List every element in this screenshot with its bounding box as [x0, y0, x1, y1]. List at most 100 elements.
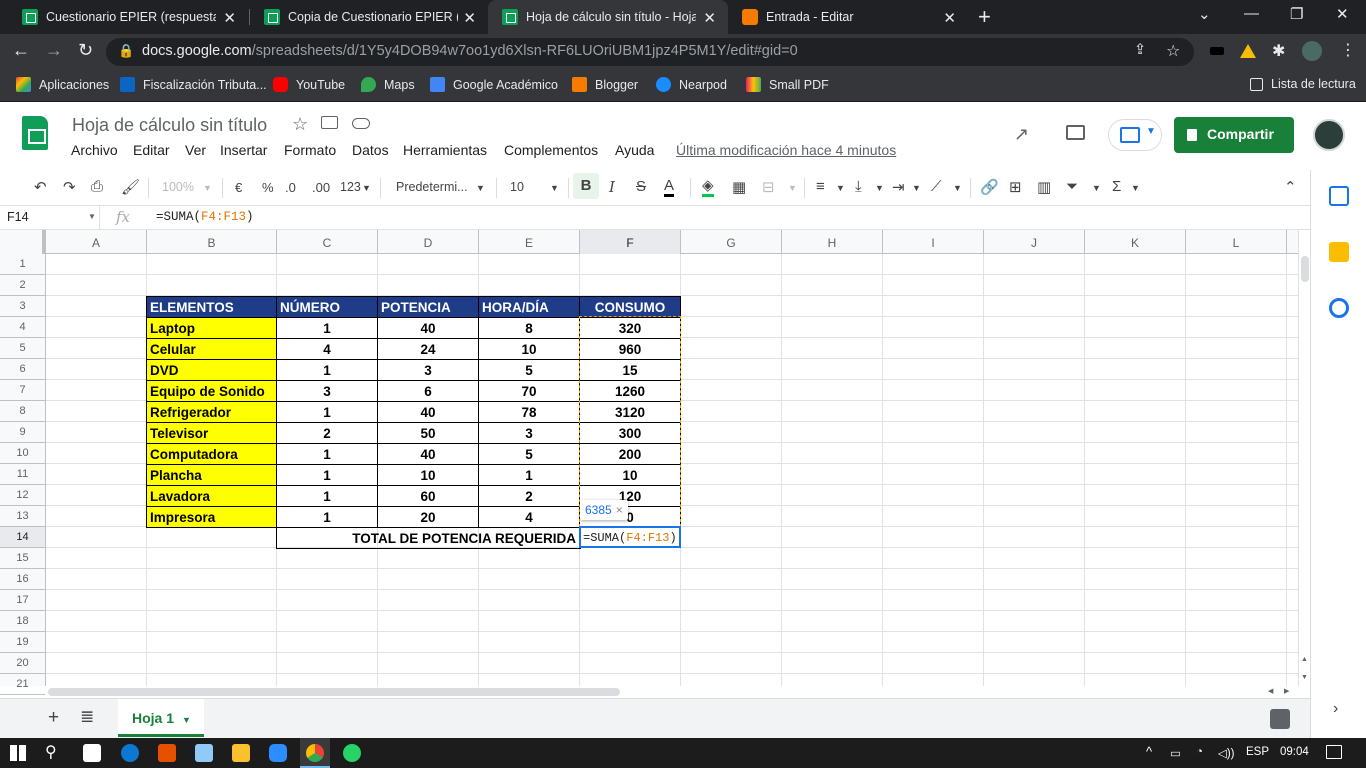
add-sheet-icon[interactable]: +: [48, 707, 59, 729]
currency-format-button[interactable]: €: [235, 180, 242, 195]
edge-icon[interactable]: [121, 744, 139, 762]
bookmark-blogger[interactable]: Blogger: [572, 77, 638, 92]
row-header[interactable]: 9: [0, 422, 45, 443]
borders-icon[interactable]: ▦: [732, 178, 746, 196]
sheet-tab-hoja-1[interactable]: Hoja 1 ▼: [118, 699, 204, 737]
row-header[interactable]: 6: [0, 359, 45, 380]
table-cell[interactable]: 1: [478, 464, 580, 486]
italic-button[interactable]: I: [609, 178, 615, 196]
table-cell[interactable]: 20: [377, 506, 479, 528]
column-header[interactable]: L: [1186, 230, 1287, 254]
explore-icon[interactable]: [1270, 709, 1290, 729]
print-icon[interactable]: ⎙: [91, 178, 103, 195]
table-cell[interactable]: 50: [377, 422, 479, 444]
menu-insertar[interactable]: Insertar: [220, 142, 267, 158]
close-icon[interactable]: ×: [616, 503, 623, 517]
minimize-icon[interactable]: —: [1244, 5, 1259, 22]
table-cell[interactable]: 6: [377, 380, 479, 402]
menu-editar[interactable]: Editar: [133, 142, 170, 158]
column-header[interactable]: J: [984, 230, 1085, 254]
table-header-cell[interactable]: ELEMENTOS: [146, 296, 277, 318]
undo-icon[interactable]: ↶: [34, 178, 47, 196]
bookmark-fiscalizacion[interactable]: Fiscalización Tributa...: [120, 77, 267, 92]
text-rotation-icon[interactable]: ⟋: [931, 178, 942, 195]
sheets-logo[interactable]: [22, 116, 48, 150]
table-cell[interactable]: 70: [478, 380, 580, 402]
row-header[interactable]: 20: [0, 653, 45, 674]
bookmark-youtube[interactable]: YouTube: [273, 77, 345, 92]
table-cell[interactable]: 8: [478, 317, 580, 339]
table-cell-elemento[interactable]: Equipo de Sonido: [146, 380, 277, 402]
forward-icon[interactable]: →: [45, 40, 63, 61]
table-header-cell[interactable]: POTENCIA: [377, 296, 479, 318]
table-cell-elemento[interactable]: Refrigerador: [146, 401, 277, 423]
formula-input[interactable]: =SUMA(F4:F13): [156, 210, 254, 224]
close-window-icon[interactable]: ✕: [1336, 5, 1349, 23]
redo-icon[interactable]: ↷: [63, 178, 76, 196]
last-modified-link[interactable]: Última modificación hace 4 minutos: [676, 142, 896, 158]
menu-formato[interactable]: Formato: [284, 142, 336, 158]
functions-icon[interactable]: Σ: [1112, 178, 1121, 195]
table-cell[interactable]: 40: [377, 317, 479, 339]
share-page-icon[interactable]: ⇪: [1134, 42, 1146, 58]
increase-decimal-button[interactable]: .00: [312, 180, 330, 195]
row-header[interactable]: 11: [0, 464, 45, 485]
table-cell[interactable]: 40: [377, 443, 479, 465]
table-cell-elemento[interactable]: Lavadora: [146, 485, 277, 507]
insert-link-icon[interactable]: 🔗: [980, 178, 999, 196]
more-formats-select[interactable]: 123: [340, 180, 361, 194]
table-cell[interactable]: 3: [377, 359, 479, 381]
menu-archivo[interactable]: Archivo: [71, 142, 118, 158]
chrome-menu-icon[interactable]: ⋮: [1340, 40, 1356, 60]
cell-grid[interactable]: ELEMENTOS NÚMERO POTENCIA HORA/DÍA CONSU…: [46, 254, 1298, 686]
table-cell-elemento[interactable]: DVD: [146, 359, 277, 381]
table-cell[interactable]: 60: [377, 485, 479, 507]
filter-icon[interactable]: ⏷: [1066, 178, 1078, 195]
row-header[interactable]: 10: [0, 443, 45, 464]
tab-search-icon[interactable]: ⌄: [1198, 5, 1211, 23]
vertical-scrollbar[interactable]: ▲ ▼: [1298, 230, 1310, 686]
font-select[interactable]: Predetermi...: [396, 180, 468, 194]
url-input[interactable]: 🔒 docs.google.com/spreadsheets/d/1Y5y4DOB…: [106, 38, 1194, 66]
horizontal-scroll-thumb[interactable]: [48, 688, 620, 696]
browser-tab[interactable]: Entrada - Editar ✕: [728, 0, 968, 34]
bookmark-small-pdf[interactable]: Small PDF: [746, 77, 829, 92]
table-cell[interactable]: 78: [478, 401, 580, 423]
row-header[interactable]: 4: [0, 317, 45, 338]
clock[interactable]: 09:04: [1280, 746, 1309, 758]
table-header-cell[interactable]: CONSUMO: [579, 296, 681, 318]
reload-icon[interactable]: ↻: [78, 40, 93, 61]
table-cell[interactable]: 4: [276, 338, 378, 360]
table-cell[interactable]: 5: [478, 359, 580, 381]
bookmark-apps[interactable]: Aplicaciones: [16, 77, 109, 92]
browser-tab[interactable]: Cuestionario EPIER (respuestas) - ✕: [8, 0, 248, 34]
row-header[interactable]: 1: [0, 254, 45, 275]
percent-format-button[interactable]: %: [262, 180, 274, 195]
insert-comment-icon[interactable]: ⊞: [1009, 178, 1022, 196]
row-header[interactable]: 13: [0, 506, 45, 527]
table-cell[interactable]: 24: [377, 338, 479, 360]
text-color-button[interactable]: A: [664, 178, 675, 197]
table-cell[interactable]: 1: [276, 443, 378, 465]
menu-ayuda[interactable]: Ayuda: [615, 142, 654, 158]
bookmark-maps[interactable]: Maps: [361, 77, 415, 92]
matlab-icon[interactable]: [158, 744, 176, 762]
file-explorer-icon[interactable]: [232, 744, 250, 762]
table-cell-elemento[interactable]: Computadora: [146, 443, 277, 465]
zoom-select[interactable]: 100%: [162, 180, 194, 194]
volume-icon[interactable]: ◁)): [1218, 746, 1235, 760]
row-header-selected[interactable]: 14: [0, 527, 45, 548]
paint-format-icon[interactable]: 🖌: [121, 178, 140, 196]
close-tab-icon[interactable]: ✕: [223, 9, 236, 27]
text-wrap-icon[interactable]: ⇥: [892, 178, 905, 196]
scroll-right-icon[interactable]: ▶: [1284, 687, 1289, 695]
scroll-up-icon[interactable]: ▲: [1301, 656, 1308, 663]
bookmark-google-academico[interactable]: Google Académico: [430, 77, 558, 92]
chrome-taskbar-active[interactable]: [300, 738, 330, 768]
row-header[interactable]: 2: [0, 275, 45, 296]
cloud-status-icon[interactable]: [352, 118, 370, 129]
comments-icon[interactable]: [1066, 125, 1085, 140]
table-cell-elemento[interactable]: Celular: [146, 338, 277, 360]
active-cell-editor[interactable]: =SUMA(F4:F13): [579, 526, 681, 548]
column-header[interactable]: G: [681, 230, 782, 254]
